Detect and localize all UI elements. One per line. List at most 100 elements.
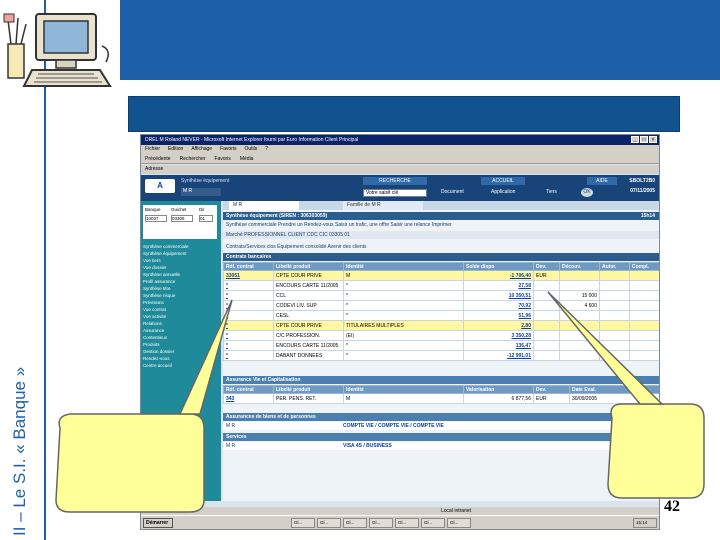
menu-outils[interactable]: Outils xyxy=(244,145,257,154)
menu-edition[interactable]: Edition xyxy=(168,145,183,154)
taskbar-button[interactable]: Gl... xyxy=(317,518,341,528)
table-row[interactable]: * C/C PROFESSION. (EI) 3 350,28 xyxy=(223,330,659,341)
col-ref[interactable]: Réf. contrat xyxy=(223,262,274,271)
close-button[interactable]: × xyxy=(649,136,657,143)
contract-ref-link[interactable]: * xyxy=(223,330,274,341)
col-date-eval[interactable]: Date Eval. xyxy=(569,385,659,394)
table-row[interactable]: * ENCOURS CARTE 11/2005 * 27,58 xyxy=(223,280,659,291)
taskbar-button[interactable]: Gl... xyxy=(343,518,367,528)
option-tiers[interactable]: Tiers xyxy=(546,189,557,195)
contract-ref-link[interactable]: * xyxy=(223,320,274,331)
start-button[interactable]: Démarrer xyxy=(143,518,173,528)
sidebar-item[interactable]: Produits xyxy=(143,341,219,348)
search-button[interactable]: Rechercher xyxy=(180,154,206,163)
contract-ref-link[interactable]: * xyxy=(223,300,274,311)
filters-line[interactable]: Contrats/Services clos Équipement consol… xyxy=(223,243,659,251)
contract-ref-link[interactable]: 343 xyxy=(223,393,274,404)
balance-cell[interactable]: -1 706,40 xyxy=(463,270,534,281)
tab-accueil[interactable]: ACCUEIL xyxy=(481,177,525,185)
balance-cell[interactable]: 136,47 xyxy=(463,340,534,351)
minimize-button[interactable]: _ xyxy=(631,136,639,143)
sidebar-item[interactable]: Vue activité xyxy=(143,313,219,320)
table-row[interactable]: * CPTE COUR PRIVE TITULAIRES MULTIPLES 2,80 xyxy=(223,320,659,331)
balance-cell[interactable]: -12 991,01 xyxy=(463,350,534,361)
taskbar-button[interactable]: Gl... xyxy=(291,518,315,528)
favorites-button[interactable]: Favoris xyxy=(214,154,230,163)
taskbar-button[interactable]: Gl... xyxy=(421,518,445,528)
contract-ref-link[interactable]: 33051 xyxy=(223,270,274,281)
sidebar-item[interactable]: Synthèse commerciale xyxy=(143,243,219,250)
option-document[interactable]: Document xyxy=(441,189,464,195)
menu-favoris[interactable]: Favoris xyxy=(220,145,236,154)
sidebar-item[interactable]: Centre accueil xyxy=(143,362,219,369)
col-valorisation[interactable]: Valorisation xyxy=(463,385,534,394)
biens-row[interactable]: M R COMPTE VIE / COMPTE VIE / COMPTE VIE xyxy=(223,422,659,430)
option-application[interactable]: Application xyxy=(491,189,515,195)
sidebar-item[interactable]: Prévisions xyxy=(143,299,219,306)
sidebar-item[interactable]: Synthèse titre xyxy=(143,285,219,292)
balance-cell[interactable]: 51,96 xyxy=(463,310,534,321)
sidebar-item[interactable]: Vue contrat xyxy=(143,306,219,313)
contract-ref-link[interactable]: * xyxy=(223,340,274,351)
menu-help[interactable]: ? xyxy=(265,145,268,154)
services-product-link[interactable]: VISA 4S / BUSINESS xyxy=(343,442,392,450)
table-row[interactable]: 343 PER. PENS. RET. M 6 877,56 EUR 30/09… xyxy=(223,393,659,404)
taskbar-button[interactable]: Gl... xyxy=(447,518,471,528)
table-row[interactable]: 33051 CPTE COUR PRIVE M -1 706,40 EUR xyxy=(223,270,659,281)
maximize-button[interactable]: □ xyxy=(640,136,648,143)
balance-cell[interactable]: 3 350,28 xyxy=(463,330,534,341)
actions-line[interactable]: Synthèse commerciale Prendre un Rendez-v… xyxy=(223,221,659,229)
banque-input[interactable]: 10037 xyxy=(145,215,167,222)
media-button[interactable]: Média xyxy=(240,154,254,163)
table-row[interactable]: * CESL * 51,96 xyxy=(223,310,659,321)
table-row[interactable]: * DABANT DONNEES * -12 991,01 xyxy=(223,350,659,361)
balance-cell[interactable]: 10 350,51 xyxy=(463,290,534,301)
tab-famille[interactable]: Famille de M R xyxy=(343,201,423,210)
tab-recherche[interactable]: RECHERCHE xyxy=(363,177,427,185)
biens-product-link[interactable]: COMPTE VIE / COMPTE VIE / COMPTE VIE xyxy=(343,422,444,430)
services-row[interactable]: M R VISA 4S / BUSINESS xyxy=(223,442,659,450)
col-solde[interactable]: Solde dispo xyxy=(463,262,534,271)
search-input[interactable]: Votre saisit clé xyxy=(363,189,427,197)
tab-client[interactable]: M R xyxy=(229,201,299,210)
balance-cell[interactable]: 70,92 xyxy=(463,300,534,311)
sidebar-item[interactable]: Synthèse annuelle xyxy=(143,271,219,278)
taskbar-button[interactable]: Gl... xyxy=(395,518,419,528)
contract-ref-link[interactable]: * xyxy=(223,350,274,361)
col-dev[interactable]: Dev. xyxy=(533,385,570,394)
sidebar-item[interactable]: Vue dossier xyxy=(143,264,219,271)
guichet-input[interactable]: 03305 xyxy=(171,215,193,222)
balance-cell[interactable]: 27,58 xyxy=(463,280,534,291)
sidebar-item[interactable]: Synthèse équipement xyxy=(143,250,219,257)
table-row[interactable]: * CCL * 10 350,51 15 000 xyxy=(223,290,659,301)
col-produit[interactable]: Libellé produit xyxy=(273,262,344,271)
sidebar-item[interactable]: Vue tiers xyxy=(143,257,219,264)
sidebar-item[interactable]: Contentieux xyxy=(143,334,219,341)
col-identite[interactable]: Identité xyxy=(343,262,464,271)
tab-aide[interactable]: AIDE xyxy=(587,177,617,185)
menu-fichier[interactable]: Fichier xyxy=(145,145,160,154)
sidebar-item[interactable]: Assurance xyxy=(143,327,219,334)
col-ref[interactable]: Réf. contrat xyxy=(223,385,274,394)
back-button[interactable]: Précédente xyxy=(145,154,171,163)
table-row[interactable]: * CODEVI LIV. SUP * 70,92 4 600 xyxy=(223,300,659,311)
table-row[interactable]: * ENCOURS CARTE 11/2005 * 136,47 xyxy=(223,340,659,351)
menu-affichage[interactable]: Affichage xyxy=(191,145,212,154)
dir-input[interactable]: 01 xyxy=(199,215,213,222)
ok-button[interactable]: OK xyxy=(581,188,593,197)
balance-cell[interactable]: 2,80 xyxy=(463,320,534,331)
sidebar-item[interactable]: Relations xyxy=(143,320,219,327)
col-decouvert[interactable]: Découv. xyxy=(559,262,600,271)
col-identite[interactable]: Identité xyxy=(343,385,464,394)
taskbar-button[interactable]: Gl... xyxy=(369,518,393,528)
col-compl[interactable]: Compl. xyxy=(629,262,659,271)
sidebar-item[interactable]: Profil assurance xyxy=(143,278,219,285)
address-bar[interactable]: Adresse xyxy=(141,165,659,174)
col-autor[interactable]: Autor. xyxy=(599,262,630,271)
contract-ref-link[interactable]: * xyxy=(223,290,274,301)
sidebar-item[interactable]: Rendez-vous xyxy=(143,355,219,362)
sidebar-item[interactable]: Synthèse risque xyxy=(143,292,219,299)
col-dev[interactable]: Dev. xyxy=(533,262,560,271)
sidebar-item[interactable]: Gestion dossier xyxy=(143,348,219,355)
col-produit[interactable]: Libellé produit xyxy=(273,385,344,394)
